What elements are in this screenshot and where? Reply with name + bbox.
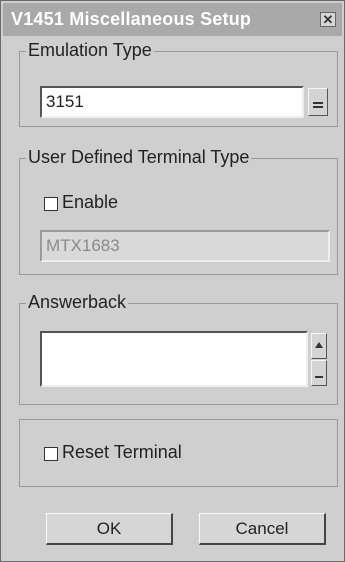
answerback-group: Answerback (19, 292, 338, 405)
dialog-window: V1451 Miscellaneous Setup ✕ Emulation Ty… (0, 0, 345, 562)
terminal-type-field[interactable]: MTX1683 (40, 230, 330, 262)
emulation-type-group: Emulation Type 3151 (19, 40, 338, 127)
enable-label: Enable (62, 192, 119, 212)
reset-terminal-label: Reset Terminal (62, 442, 182, 462)
emulation-type-select[interactable]: 3151 (40, 86, 304, 118)
scroll-up-button[interactable] (311, 333, 327, 359)
dropdown-arrow-icon (313, 102, 323, 108)
reset-terminal-group: Reset Terminal (19, 419, 338, 487)
cancel-button[interactable]: Cancel (199, 513, 326, 545)
user-defined-terminal-group: User Defined Terminal Type Enable MTX168… (19, 147, 338, 275)
window-title: V1451 Miscellaneous Setup (11, 9, 252, 29)
emulation-dropdown-button[interactable] (308, 88, 328, 116)
scroll-up-icon (315, 342, 323, 348)
emulation-type-legend: Emulation Type (26, 40, 154, 61)
emulation-type-value: 3151 (46, 92, 84, 111)
answerback-textarea[interactable] (40, 331, 308, 387)
answerback-legend: Answerback (26, 292, 129, 313)
scroll-down-button[interactable] (311, 360, 327, 386)
scroll-down-icon (315, 376, 323, 378)
title-bar: V1451 Miscellaneous Setup ✕ (3, 3, 342, 36)
ok-button[interactable]: OK (46, 513, 173, 545)
close-icon: ✕ (322, 12, 334, 27)
close-button[interactable]: ✕ (320, 12, 336, 27)
enable-checkbox[interactable] (44, 197, 58, 211)
user-defined-terminal-legend: User Defined Terminal Type (26, 147, 252, 168)
reset-terminal-checkbox[interactable] (44, 447, 58, 461)
terminal-type-value: MTX1683 (46, 236, 120, 255)
